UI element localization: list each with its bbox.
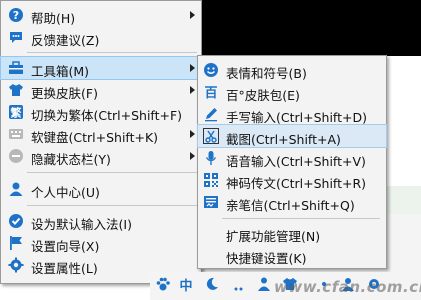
menu-separator [222, 218, 380, 219]
submenu-item-label: 神码传文(Ctrl+Shift+R) [226, 176, 367, 191]
person-icon[interactable] [256, 276, 272, 292]
menu-item-label: 切换为繁体(Ctrl+Shift+F) [31, 108, 183, 123]
submenu-item-code-transfer[interactable]: 神码传文(Ctrl+Shift+R) [198, 169, 386, 191]
submenu-item-label: 手写输入(Ctrl+Shift+D) [226, 110, 367, 125]
menu-item-label: 设置属性(L) [31, 261, 98, 276]
feedback-bubble-icon [8, 29, 24, 45]
submenu-item-voice-input[interactable]: 语音输入(Ctrl+Shift+V) [198, 147, 386, 169]
menu-item-label: 设置向导(X) [31, 239, 100, 254]
submenu-item-label: 表情和符号(B) [226, 66, 307, 81]
keyboard-icon [8, 126, 24, 142]
submenu-arrow-icon [190, 64, 195, 72]
menu-item-label: 反馈建议(Z) [31, 33, 100, 48]
menu-item-label: 隐藏状态栏(Y) [31, 152, 111, 167]
menu-separator [27, 205, 197, 206]
submenu-item-label: 截图(Ctrl+Shift+A) [226, 132, 341, 147]
qr-code-icon [203, 172, 219, 188]
submenu-item-hotkey-settings[interactable]: 快捷键设置(K) [198, 244, 386, 266]
check-circle-icon [8, 213, 24, 229]
submenu-arrow-icon [190, 152, 195, 160]
watermark: www.cfan.com.cn [274, 278, 421, 296]
menu-separator [27, 52, 197, 53]
submenu-arrow-icon [190, 86, 195, 94]
flag-icon [8, 235, 24, 251]
microphone-icon [203, 150, 219, 166]
menu-separator [27, 172, 197, 173]
pen-icon [203, 106, 219, 122]
menu-item-feedback[interactable]: 反馈建议(Z) [1, 26, 201, 48]
svg-text:?: ? [13, 9, 19, 22]
moon-icon[interactable] [204, 276, 220, 292]
submenu-item-extension-manage[interactable]: 扩展功能管理(N) [198, 222, 386, 244]
menu-item-change-skin[interactable]: 更换皮肤(F) [1, 79, 201, 101]
submenu-item-emoji[interactable]: 表情和符号(B) [198, 59, 386, 81]
submenu-item-handwritten-letter[interactable]: 亲笔信(Ctrl+Shift+Q) [198, 191, 386, 213]
user-icon [8, 181, 24, 197]
menu-item-label: 个人中心(U) [31, 185, 100, 200]
submenu-item-label: 扩展功能管理(N) [226, 229, 321, 244]
menu-item-help[interactable]: ? 帮助(H) [1, 4, 201, 26]
ime-context-menu: ? 帮助(H) 反馈建议(Z) 工具箱(M) 更换皮肤(F) 繁 切换为繁体(C… [0, 0, 202, 284]
traditional-char-icon: 繁 [8, 104, 24, 120]
menu-item-label: 设为默认输入法(I) [31, 217, 132, 232]
menu-item-toolbox[interactable]: 工具箱(M) [0, 56, 202, 80]
paw-icon[interactable] [155, 276, 171, 292]
menu-item-label: 软键盘(Ctrl+Shift+K) [31, 130, 159, 145]
menu-item-set-default[interactable]: 设为默认输入法(I) [1, 210, 201, 232]
scissors-icon [203, 128, 219, 144]
menu-item-traditional[interactable]: 繁 切换为繁体(Ctrl+Shift+F) [1, 101, 201, 123]
submenu-item-label: 语音输入(Ctrl+Shift+V) [226, 154, 366, 169]
submenu-arrow-icon [190, 130, 195, 138]
menu-item-label: 工具箱(M) [31, 64, 90, 79]
submenu-item-screenshot[interactable]: 截图(Ctrl+Shift+A) [197, 124, 387, 148]
skin-pack-icon: 百 [203, 84, 219, 100]
menu-item-soft-keyboard[interactable]: 软键盘(Ctrl+Shift+K) [1, 123, 201, 145]
submenu-arrow-icon [190, 11, 195, 19]
submenu-item-label: 百°皮肤包(E) [226, 88, 300, 103]
menu-item-personal-center[interactable]: 个人中心(U) [1, 178, 201, 200]
menu-item-label: 帮助(H) [31, 11, 76, 26]
submenu-item-label: 亲笔信(Ctrl+Shift+Q) [226, 198, 355, 213]
toolbox-submenu: 表情和符号(B) 百 百°皮肤包(E) 手写输入(Ctrl+Shift+D) 截… [197, 55, 387, 269]
svg-text:百: 百 [204, 86, 217, 100]
svg-text:繁: 繁 [10, 106, 23, 120]
submenu-item-handwriting[interactable]: 手写输入(Ctrl+Shift+D) [198, 103, 386, 125]
question-icon: ? [8, 7, 24, 23]
tshirt-skin-icon [8, 82, 24, 98]
chinese-mode-icon[interactable]: 中 [178, 276, 194, 294]
minus-circle-icon [8, 148, 24, 164]
menu-item-hide-statusbar[interactable]: 隐藏状态栏(Y) [1, 145, 201, 167]
submenu-item-label: 快捷键设置(K) [226, 251, 307, 266]
menu-item-setup-wizard[interactable]: 设置向导(X) [1, 232, 201, 254]
menu-item-label: 更换皮肤(F) [31, 86, 98, 101]
gear-icon [8, 257, 24, 273]
punctuation-icon[interactable] [230, 276, 246, 292]
toolbox-icon [8, 60, 24, 76]
smiley-icon [203, 62, 219, 78]
submenu-item-skin-pack[interactable]: 百 百°皮肤包(E) [198, 81, 386, 103]
letter-icon [203, 194, 219, 210]
